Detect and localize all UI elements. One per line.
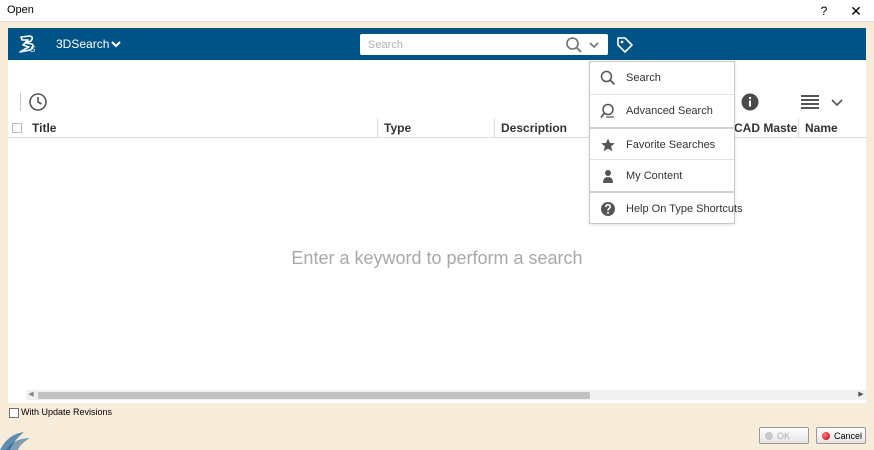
search-input[interactable] — [368, 37, 558, 52]
menu-item-advanced-search[interactable]: Advanced Search — [590, 95, 734, 127]
scroll-right-icon[interactable]: ▶ — [856, 390, 866, 400]
menu-item-label: Favorite Searches — [626, 139, 716, 151]
list-view-icon[interactable] — [801, 94, 819, 110]
main-panel: S 3DSearch Titl — [8, 28, 866, 403]
chevron-down-icon[interactable] — [110, 38, 122, 50]
column-header-type[interactable]: Type — [377, 118, 494, 138]
advanced-search-icon — [600, 103, 616, 119]
column-header-title[interactable]: Title — [26, 118, 377, 138]
search-icon — [600, 70, 616, 86]
window-title-bar: Open ? ✕ — [0, 0, 874, 22]
info-icon[interactable] — [740, 92, 760, 112]
cancel-status-icon — [822, 432, 830, 440]
column-header-description[interactable]: Description — [494, 118, 574, 138]
with-update-revisions-label: With Update Revisions — [21, 407, 113, 417]
toolbar-divider — [20, 93, 21, 111]
help-icon — [600, 201, 616, 217]
chevron-down-icon[interactable] — [830, 95, 844, 109]
select-all-checkbox[interactable] — [12, 123, 22, 133]
cancel-button[interactable]: Cancel — [816, 427, 866, 444]
menu-item-my-content[interactable]: My Content — [590, 160, 734, 192]
column-header-cad-master[interactable]: CAD Master — [730, 118, 799, 138]
window-title: Open — [7, 4, 34, 16]
column-header-name[interactable]: Name — [799, 118, 866, 138]
app-name-menu[interactable]: 3DSearch — [56, 37, 109, 51]
clock-icon[interactable] — [28, 92, 48, 112]
menu-item-search[interactable]: Search — [590, 62, 734, 94]
ok-button-label: OK — [777, 431, 791, 441]
help-button[interactable]: ? — [814, 1, 834, 21]
search-options-menu: Search Advanced Search Favorite Searches… — [589, 61, 743, 225]
tag-icon[interactable] — [615, 35, 635, 55]
with-update-revisions-checkbox[interactable] — [9, 408, 19, 418]
top-bar: S 3DSearch — [8, 28, 866, 60]
menu-item-label: Advanced Search — [626, 105, 713, 117]
menu-item-label: My Content — [626, 170, 683, 182]
corner-decoration-icon — [0, 428, 32, 450]
3ds-logo-icon[interactable]: S — [16, 32, 40, 56]
cancel-button-label: Cancel — [834, 431, 863, 441]
horizontal-scrollbar[interactable]: ◀ ▶ — [26, 390, 866, 400]
search-icon[interactable] — [565, 36, 583, 54]
menu-item-help-on-type-shortcuts[interactable]: Help On Type Shortcuts — [590, 193, 743, 225]
scroll-left-icon[interactable]: ◀ — [26, 390, 36, 400]
search-options-chevron-icon[interactable] — [587, 38, 601, 52]
grid-header: Title Type Description CAD Master Name — [8, 118, 866, 138]
menu-item-label: Help On Type Shortcuts — [626, 203, 743, 215]
empty-state-message: Enter a keyword to perform a search — [291, 248, 583, 268]
search-box — [360, 34, 608, 55]
scrollbar-thumb[interactable] — [38, 392, 590, 399]
ok-status-icon — [765, 432, 773, 440]
menu-item-label: Search — [626, 72, 661, 84]
svg-text:S: S — [30, 45, 36, 54]
close-button[interactable]: ✕ — [844, 1, 868, 21]
menu-item-favorite-searches[interactable]: Favorite Searches — [590, 129, 734, 161]
ok-button[interactable]: OK — [759, 427, 809, 444]
user-icon — [600, 168, 616, 184]
star-icon — [600, 137, 616, 153]
